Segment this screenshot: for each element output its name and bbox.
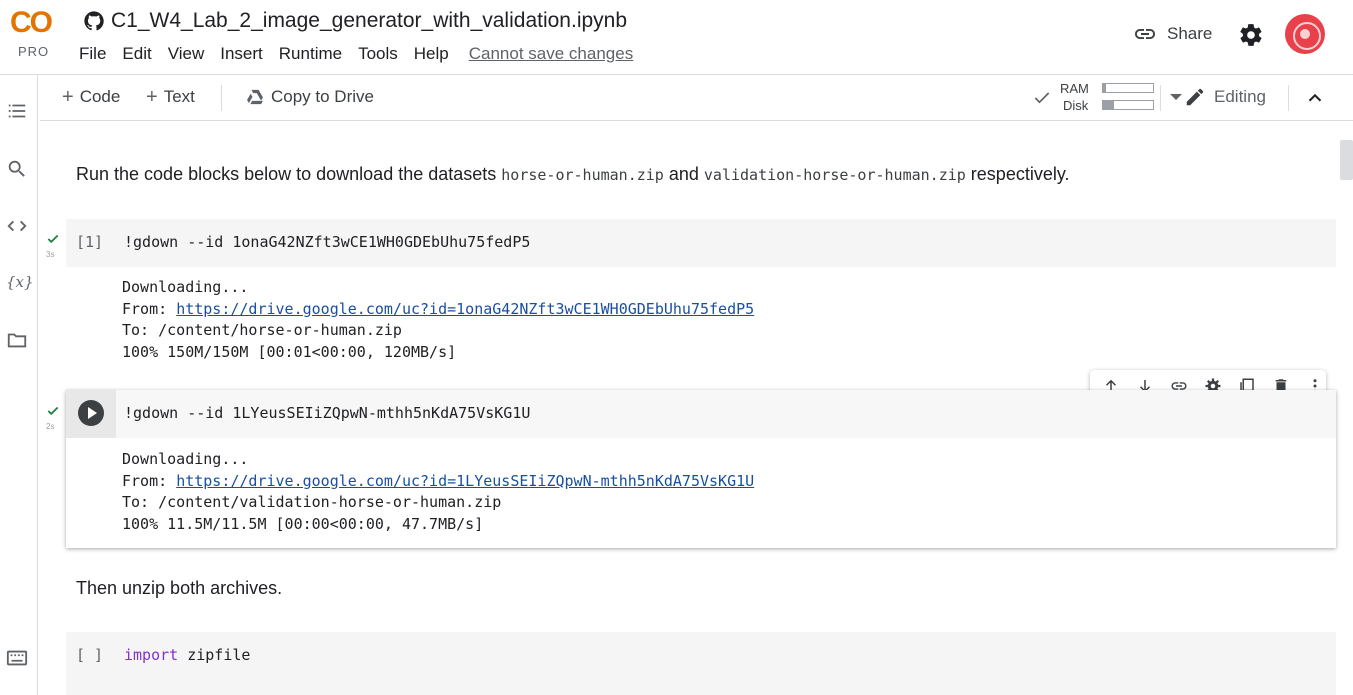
disk-usage-bar [1102,100,1154,110]
notebook-title-row: C1_W4_Lab_2_image_generator_with_validat… [83,6,627,36]
output-source-link[interactable]: https://drive.google.com/uc?id=1LYeusSEI… [176,472,754,490]
intro-and: and [663,164,704,184]
cell-exec-time: 3s [46,250,55,259]
drive-icon [247,89,263,105]
ram-label: RAM [1060,81,1089,96]
output-downloading: Downloading... [122,278,249,296]
vertical-scrollbar[interactable] [1340,140,1353,180]
menu-edit[interactable]: Edit [122,44,159,64]
toolbar-divider [221,85,222,111]
code-line[interactable]: !gdown --id 1LYeusSEIiZQpwN-mthh5nKdA75V… [124,404,530,422]
add-code-button[interactable]: + Code [62,87,120,107]
files-folder-icon[interactable] [6,329,28,351]
code-cell-2[interactable]: !gdown --id 1LYeusSEIiZQpwN-mthh5nKdA75V… [66,390,1336,548]
ram-usage-bar [1102,83,1154,93]
github-icon [84,11,104,31]
app-header: CO PRO C1_W4_Lab_2_image_generator_with_… [0,0,1353,74]
user-avatar[interactable] [1285,14,1325,54]
disk-label: Disk [1063,98,1089,113]
execution-count: [ ] [76,646,104,664]
search-icon[interactable] [6,158,28,180]
intro-text: Run the code blocks below to download th… [76,164,502,184]
notebook-toolbar: + Code + Text Copy to Drive RAM Disk Edi… [40,75,1353,121]
share-button[interactable]: Share [1133,22,1212,46]
intro-text-cell[interactable]: Run the code blocks below to download th… [76,164,1070,185]
code-input-area[interactable]: [ ] import zipfile [66,632,1336,695]
menu-bar: File Edit View Insert Runtime Tools Help… [79,44,633,64]
output-destination: To: /content/horse-or-human.zip [122,321,402,339]
output-progress: 100% 11.5M/11.5M [00:00<00:00, 47.7MB/s] [122,514,484,533]
output-progress: 100% 150M/150M [00:01<00:00, 120MB/s] [122,342,457,361]
menu-file[interactable]: File [79,44,114,64]
menu-tools[interactable]: Tools [358,44,406,64]
left-sidebar: {x} [0,75,38,695]
menu-help[interactable]: Help [414,44,457,64]
editing-mode-button[interactable]: Editing [1184,86,1266,108]
menu-runtime[interactable]: Runtime [279,44,350,64]
output-downloading: Downloading... [122,450,249,468]
inline-code-validation: validation-horse-or-human.zip [703,166,966,184]
cell-success-check-icon [47,234,59,244]
add-code-label: Code [79,87,121,106]
copy-to-drive-label: Copy to Drive [271,87,374,106]
cell-output: Downloading... From: https://drive.googl… [122,277,754,363]
output-from-label: From: [122,299,177,318]
logo-pro-label: PRO [18,44,50,59]
unzip-text: Then unzip both archives. [76,578,283,598]
variables-icon[interactable]: {x} [6,273,34,295]
pencil-icon [1186,88,1204,106]
code-line[interactable]: import zipfile [124,646,250,664]
code-input-area[interactable]: [1] !gdown --id 1onaG42NZft3wCE1WH0GDEbU… [66,219,1336,267]
share-label: Share [1167,24,1213,43]
cell-output: Downloading... From: https://drive.googl… [122,449,754,535]
copy-to-drive-button[interactable]: Copy to Drive [245,87,374,107]
chevron-down-icon[interactable] [1170,94,1182,100]
code-cell-1[interactable]: [1] !gdown --id 1onaG42NZft3wCE1WH0GDEbU… [66,219,1336,379]
output-from-label: From: [122,471,177,490]
plus-icon: + [62,86,74,108]
colab-logo[interactable]: CO PRO [10,6,62,62]
plus-icon: + [146,86,158,108]
keyword-import: import [124,646,179,664]
cannot-save-link[interactable]: Cannot save changes [469,44,633,64]
menu-view[interactable]: View [168,44,213,64]
notebook-title[interactable]: C1_W4_Lab_2_image_generator_with_validat… [111,9,627,33]
module-name: zipfile [178,646,251,664]
table-of-contents-icon[interactable] [6,100,28,122]
link-icon [1135,29,1155,39]
cell-exec-time: 2s [46,422,55,431]
run-cell-play-icon[interactable] [78,400,104,426]
code-input-area[interactable]: !gdown --id 1LYeusSEIiZQpwN-mthh5nKdA75V… [66,390,1336,438]
unzip-text-cell[interactable]: Then unzip both archives. [76,578,282,599]
code-line[interactable]: !gdown --id 1onaG42NZft3wCE1WH0GDEbUhu75… [124,233,530,251]
output-source-link[interactable]: https://drive.google.com/uc?id=1onaG42NZ… [176,300,754,318]
command-palette-icon[interactable] [6,647,28,669]
inline-code-horse-or-human: horse-or-human.zip [501,166,664,184]
collapse-header-icon[interactable] [1304,87,1326,109]
menu-insert[interactable]: Insert [220,44,271,64]
logo-text: CO [10,6,53,39]
intro-suffix: respectively. [965,164,1070,184]
connected-check-icon [1034,92,1050,104]
code-cell-3[interactable]: [ ] import zipfile [66,632,1336,695]
toolbar-divider [1160,85,1161,111]
settings-gear-icon[interactable] [1238,22,1264,48]
toolbar-divider [1288,85,1289,111]
output-destination: To: /content/validation-horse-or-human.z… [122,493,502,511]
editing-label: Editing [1214,87,1266,106]
execution-count: [1] [76,233,104,251]
add-text-label: Text [163,87,195,106]
code-snippets-icon[interactable] [6,215,28,237]
cell-success-check-icon [47,406,59,416]
add-text-button[interactable]: + Text [146,87,195,107]
ram-disk-indicator[interactable]: RAM Disk [1030,80,1190,116]
